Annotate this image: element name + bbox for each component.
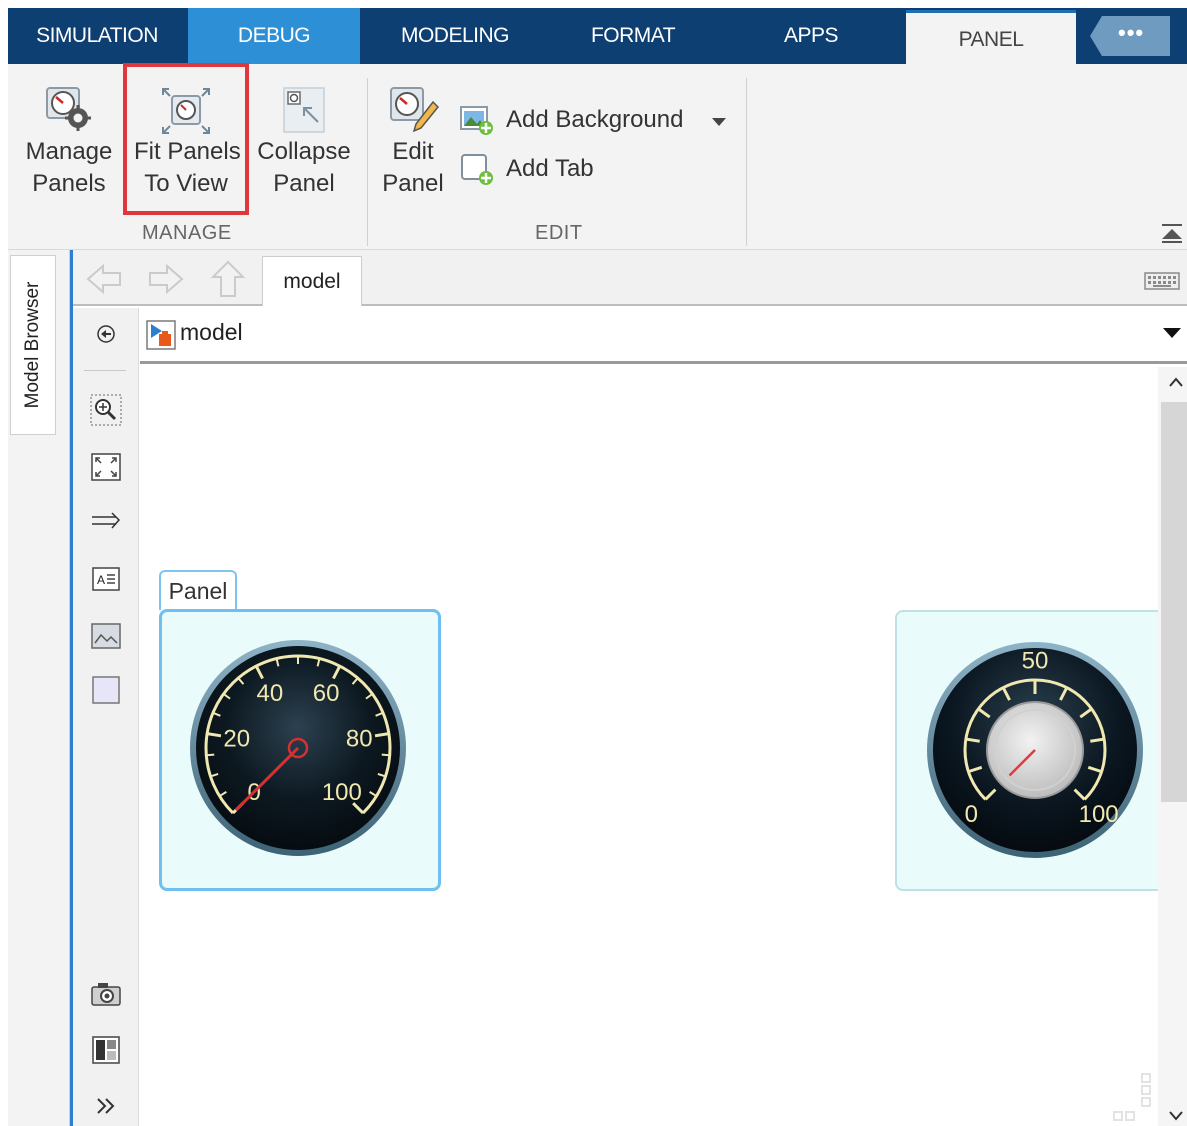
tab-panel[interactable]: PANEL (906, 10, 1076, 66)
text-annotation-icon: A (92, 567, 120, 591)
gauge[interactable]: 020406080100 (162, 612, 438, 888)
tick-label: 100 (1079, 801, 1119, 828)
tick-label: 20 (223, 726, 250, 753)
tick-label: 50 (1022, 647, 1049, 674)
edit-panel-label-line1: Edit (392, 138, 434, 165)
highlight-box (123, 63, 249, 215)
collapse-ribbon-icon[interactable] (1160, 222, 1184, 244)
group-label-edit: EDIT (535, 222, 583, 244)
group-label-manage: MANAGE (142, 222, 232, 244)
toolstrip-tab-bar: SIMULATION DEBUG MODELING FORMAT APPS PA… (0, 0, 1187, 66)
minor-tick (206, 753, 215, 757)
camera-icon (91, 983, 121, 1006)
fit-to-view-button[interactable] (90, 451, 122, 483)
address-bar[interactable] (140, 308, 1187, 364)
tick-label: 60 (313, 680, 340, 707)
keyboard-icon[interactable] (1144, 272, 1180, 290)
scroll-up-icon[interactable] (1168, 376, 1184, 388)
hide-browser-button[interactable] (90, 318, 122, 350)
address-dropdown-icon[interactable] (1163, 328, 1181, 338)
model-tab[interactable]: model (262, 256, 362, 306)
signal-lines-button[interactable] (90, 506, 122, 538)
panel-gauge[interactable]: 020406080100 (159, 609, 441, 891)
circle-arrow-icon (97, 325, 115, 343)
add-background-dropdown-icon[interactable] (712, 118, 726, 126)
add-tab-label: Add Tab (506, 155, 594, 182)
group-separator (746, 78, 747, 246)
knob[interactable]: 0 50 100 (897, 612, 1158, 891)
tab-modeling[interactable]: MODELING (362, 8, 548, 64)
image-icon (91, 623, 121, 649)
edit-panel-icon (390, 87, 440, 133)
annotation-button[interactable]: A (90, 563, 122, 595)
area-icon (92, 676, 120, 704)
model-browser-tab[interactable]: Model Browser (10, 255, 56, 435)
snapshot-button[interactable] (90, 978, 122, 1010)
add-tab-icon (461, 154, 493, 185)
tab-simulation[interactable]: SIMULATION (8, 8, 186, 64)
model-icon (146, 320, 176, 350)
more-tabs-button[interactable]: ••• (1090, 16, 1170, 56)
add-background-label: Add Background (506, 106, 684, 133)
manage-panels-icon (46, 87, 91, 131)
edit-panel-label-line2: Panel (382, 170, 444, 197)
edit-panel-button[interactable]: Edit Panel (380, 86, 446, 200)
collapse-panel-label-line1: Collapse (257, 138, 351, 165)
more-tabs-label: ••• (1118, 20, 1145, 45)
minor-tick (381, 753, 390, 757)
forward-arrow-icon[interactable] (146, 262, 184, 296)
panel-tab[interactable]: Panel (159, 570, 237, 610)
arrows-right-icon (92, 512, 121, 529)
svg-text:A: A (97, 573, 105, 587)
property-inspector-icon (92, 1036, 120, 1064)
manage-panels-label-line1: Manage (25, 138, 113, 165)
up-arrow-icon[interactable] (210, 260, 246, 298)
palette-divider (84, 370, 126, 371)
back-arrow-icon[interactable] (86, 262, 124, 296)
collapse-panel-label-line2: Panel (273, 170, 335, 197)
add-background-icon (460, 106, 493, 135)
expand-palette-button[interactable] (90, 1090, 122, 1122)
area-button[interactable] (90, 674, 122, 706)
canvas-grid-marks-icon (1113, 1073, 1151, 1121)
address-text: model (180, 319, 243, 345)
tick-label: 80 (346, 726, 373, 753)
tab-debug[interactable]: DEBUG (188, 8, 360, 64)
collapse-panel-icon (283, 87, 325, 133)
add-tab-button[interactable]: Add Tab (460, 152, 594, 186)
manage-panels-button[interactable]: Manage Panels (22, 86, 116, 200)
model-browser-label: Model Browser (22, 281, 43, 409)
tab-apps[interactable]: APPS (718, 8, 904, 64)
zoom-in-icon (90, 394, 122, 426)
tab-format[interactable]: FORMAT (550, 8, 716, 64)
manage-panels-label-line2: Panels (32, 170, 106, 197)
group-separator (367, 78, 368, 246)
collapse-panel-button[interactable]: Collapse Panel (256, 86, 352, 200)
property-inspector-button[interactable] (90, 1034, 122, 1066)
add-background-button[interactable]: Add Background (460, 104, 683, 136)
panel-knob[interactable]: 0 50 100 (895, 610, 1158, 891)
double-chevron-right-icon (97, 1098, 115, 1114)
tick-label: 100 (322, 779, 362, 806)
tick-label: 0 (965, 801, 978, 828)
tick-label: 40 (257, 680, 284, 707)
fit-to-view-icon (91, 453, 121, 481)
zoom-button[interactable] (90, 394, 122, 426)
scroll-down-icon[interactable] (1168, 1110, 1184, 1122)
scrollbar-thumb[interactable] (1161, 402, 1187, 802)
image-button[interactable] (90, 620, 122, 652)
